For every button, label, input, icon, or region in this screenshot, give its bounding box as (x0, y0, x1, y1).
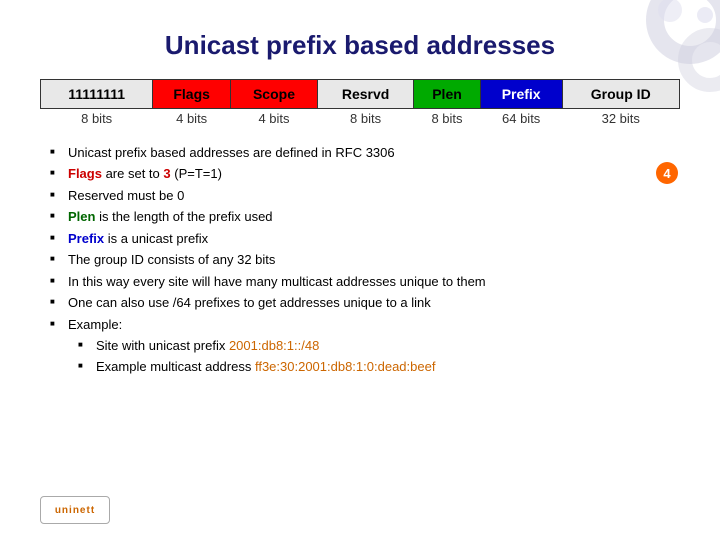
bullet-2: Flags are set to 3 (P=T=1) (50, 163, 680, 184)
bullet-5: Prefix is a unicast prefix (50, 228, 680, 249)
bullet-section: Unicast prefix based addresses are defin… (40, 142, 680, 378)
cell-scope: Scope (231, 80, 318, 109)
slide: Unicast prefix based addresses 11111111 … (0, 0, 720, 540)
bullet-9: Example: Site with unicast prefix 2001:d… (50, 314, 680, 378)
bullet-8: One can also use /64 prefixes to get add… (50, 292, 680, 313)
plen-text: Plen (68, 209, 95, 224)
bits-scope: 4 bits (231, 109, 318, 129)
cell-resrvd: Resrvd (317, 80, 413, 109)
bits-11111111: 8 bits (41, 109, 153, 129)
address-table: 11111111 Flags Scope Resrvd Plen Prefix … (40, 79, 680, 128)
cell-groupid: Group ID (562, 80, 680, 109)
example-multicast: ff3e:30:2001:db8:1:0:dead:beef (255, 359, 435, 374)
example-2: Example multicast address ff3e:30:2001:d… (78, 356, 680, 377)
bullet-6: The group ID consists of any 32 bits (50, 249, 680, 270)
bits-resrvd: 8 bits (317, 109, 413, 129)
cell-plen: Plen (414, 80, 481, 109)
cell-11111111: 11111111 (41, 80, 153, 109)
flags-value: 3 (163, 166, 170, 181)
bullet-3: Reserved must be 0 (50, 185, 680, 206)
logo: uninett (40, 496, 110, 524)
bullet-7: In this way every site will have many mu… (50, 271, 680, 292)
bits-flags: 4 bits (153, 109, 231, 129)
flags-text: Flags (68, 166, 102, 181)
page-title: Unicast prefix based addresses (40, 30, 680, 61)
bullet-list: Unicast prefix based addresses are defin… (40, 142, 680, 378)
bullet-1: Unicast prefix based addresses are defin… (50, 142, 680, 163)
bits-row: 8 bits 4 bits 4 bits 8 bits 8 bits 64 bi… (41, 109, 680, 129)
bits-prefix: 64 bits (480, 109, 562, 129)
logo-text: uninett (40, 496, 110, 524)
logo-label: uninett (55, 505, 95, 516)
bits-plen: 8 bits (414, 109, 481, 129)
header-row: 11111111 Flags Scope Resrvd Plen Prefix … (41, 80, 680, 109)
example-prefix: 2001:db8:1::/48 (229, 338, 319, 353)
slide-badge: 4 (656, 162, 678, 184)
bullet-4: Plen is the length of the prefix used (50, 206, 680, 227)
bits-groupid: 32 bits (562, 109, 680, 129)
example-list: Site with unicast prefix 2001:db8:1::/48… (68, 335, 680, 378)
prefix-text: Prefix (68, 231, 104, 246)
cell-prefix: Prefix (480, 80, 562, 109)
example-1: Site with unicast prefix 2001:db8:1::/48 (78, 335, 680, 356)
cell-flags: Flags (153, 80, 231, 109)
